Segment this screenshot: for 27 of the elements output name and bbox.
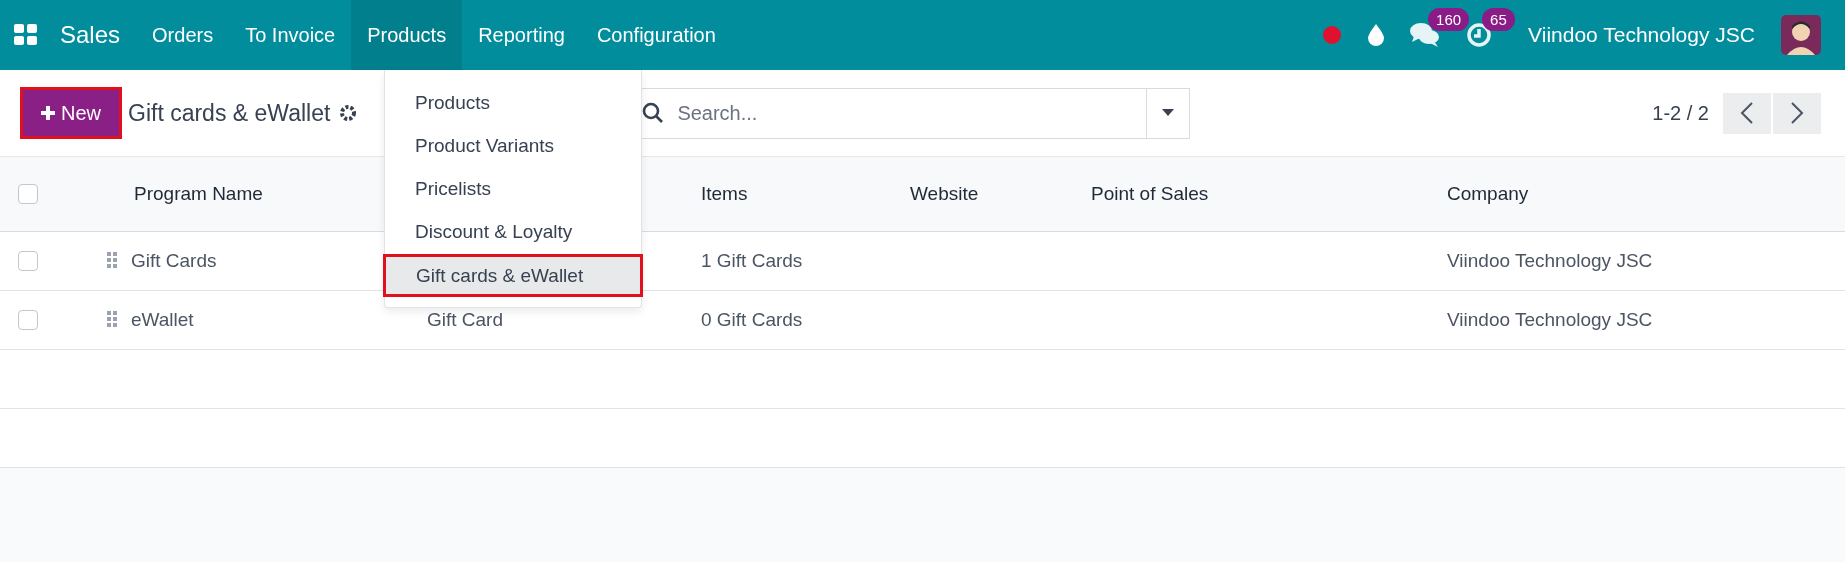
dropdown-item[interactable]: Gift cards & eWallet <box>383 254 643 297</box>
nav-menu-item[interactable]: Reporting <box>462 0 581 70</box>
column-header[interactable]: Point of Sales <box>1091 183 1209 205</box>
dropdown-item[interactable]: Pricelists <box>385 168 641 211</box>
column-header[interactable]: Items <box>701 183 748 205</box>
table-cell: eWallet <box>131 309 194 331</box>
column-header[interactable]: Website <box>910 183 979 205</box>
table-cell: Viindoo Technology JSC <box>1447 309 1653 331</box>
dropdown-item[interactable]: Discount & Loyalty <box>385 211 641 254</box>
company-name[interactable]: Viindoo Technology JSC <box>1528 23 1755 47</box>
table-cell: Gift Cards <box>131 250 217 272</box>
table-cell: Viindoo Technology JSC <box>1447 250 1653 272</box>
column-header[interactable]: Program Name <box>134 183 263 205</box>
pager-value[interactable]: 1-2 / 2 <box>1652 101 1709 125</box>
message-count-badge: 160 <box>1428 8 1470 31</box>
app-name[interactable]: Sales <box>38 0 137 70</box>
table-cell: 1 Gift Cards <box>701 250 803 272</box>
nav-menu-item[interactable]: To Invoice <box>229 0 352 70</box>
column-header[interactable]: Company <box>1447 183 1529 205</box>
new-button[interactable]: New <box>20 87 122 139</box>
nav-menu-item[interactable]: Configuration <box>580 0 732 70</box>
view-title: Gift cards & eWallet <box>128 99 331 127</box>
nav-menu-item[interactable]: Orders <box>136 0 230 70</box>
nav-menu-item[interactable]: Products <box>351 0 463 70</box>
activity-count-badge: 65 <box>1482 8 1515 31</box>
table-cell: 0 Gift Cards <box>701 309 803 331</box>
table-cell: Gift Card <box>427 309 504 331</box>
